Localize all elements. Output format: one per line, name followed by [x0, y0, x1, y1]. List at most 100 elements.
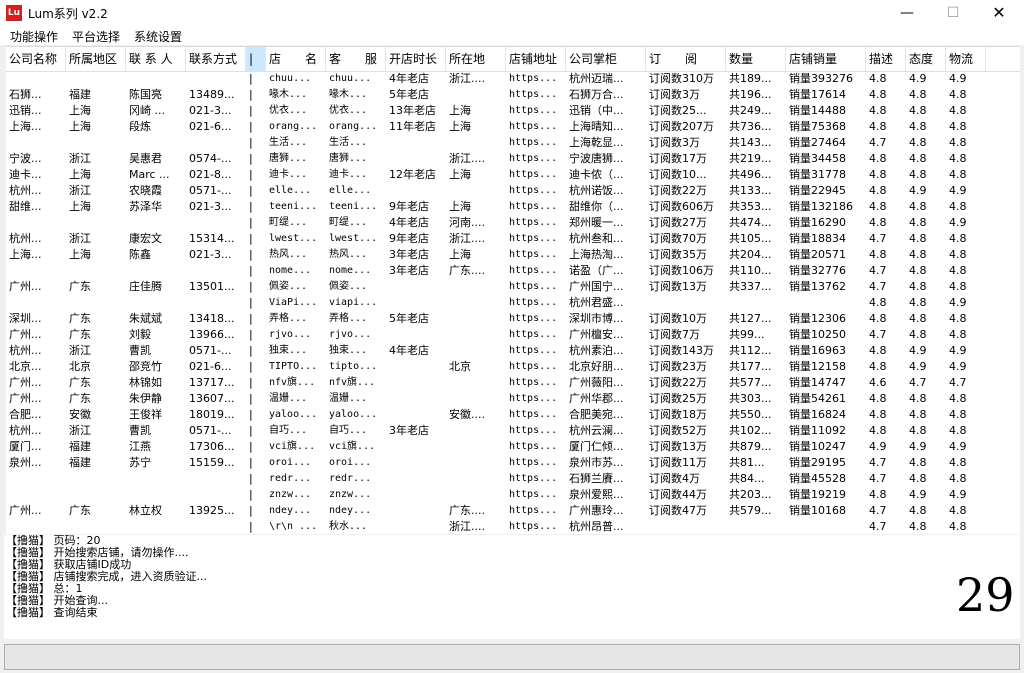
table-cell: 4.8: [949, 280, 967, 293]
table-cell: [446, 311, 506, 327]
table-cell: 朱伊静: [129, 392, 162, 405]
table-row[interactable]: 杭州... 浙江 农晓霞 0571-... | elle... elle... https..…: [6, 183, 1020, 199]
table-cell: [6, 295, 66, 311]
table-row[interactable]: | chuu... chuu... 4年老店 浙江.... https... 杭州迈瑞...…: [6, 71, 1020, 87]
table-row[interactable]: 甜维... 上海 苏泽华 021-3... | teeni... teeni... 9年老店 上…: [6, 199, 1020, 215]
table-cell: 4.8: [909, 504, 927, 517]
table-cell: 冈崎 ...: [129, 104, 165, 117]
table-row[interactable]: 深圳... 广东 朱斌斌 13418... | 弄格... 弄格... 5年老店 https..…: [6, 311, 1020, 327]
table-cell: 4.8: [869, 408, 887, 421]
table-row[interactable]: 迪卡... 上海 Marc ... 021-8... | 迪卡... 迪卡... 12年老店上…: [6, 167, 1020, 183]
table-cell: rjvo...: [329, 329, 372, 340]
close-button[interactable]: ✕: [976, 0, 1022, 26]
menu-system-settings[interactable]: 系统设置: [134, 28, 182, 45]
column-header[interactable]: 态度: [906, 47, 946, 71]
table-row[interactable]: 广州... 广东 朱伊静 13607... | 温姗... 温姗... https... 广州华…: [6, 391, 1020, 407]
table-cell: nome...: [269, 265, 312, 276]
table-cell: 4.8: [949, 424, 967, 437]
table-cell: 4.8: [909, 232, 927, 245]
table-cell: 深圳市博...: [569, 312, 624, 325]
table-cell: 订阅数18万: [649, 408, 707, 421]
table-cell: https...: [509, 105, 558, 116]
column-header[interactable]: 店铺销量: [786, 47, 866, 71]
table-row[interactable]: | \r\n ... 秋水... 浙江.... https... 杭州昂普... 4.7 4.…: [6, 519, 1020, 534]
table-row[interactable]: 迅销... 上海 冈崎 ... 021-3... | 优衣... 优衣... 13年老店 上海 h…: [6, 103, 1020, 119]
table-cell: 广州檀安...: [569, 328, 624, 341]
table-row[interactable]: 广州... 广东 林立权 13925... | ndey... ndey... 广东.... h…: [6, 503, 1020, 519]
column-header[interactable]: 订 阅: [646, 47, 726, 71]
column-header[interactable]: |: [246, 47, 266, 71]
minimize-button[interactable]: —: [884, 0, 930, 26]
table-cell: 4.8: [869, 424, 887, 437]
table-cell: 浙江: [69, 424, 91, 437]
table-cell: 4.8: [949, 88, 967, 101]
table-cell: 安徽: [69, 408, 91, 421]
table-cell: [386, 439, 446, 455]
table-row[interactable]: 广州... 广东 刘毅 13966... | rjvo... rjvo... https...…: [6, 327, 1020, 343]
table-row[interactable]: 合肥... 安徽 王俊祥 18019... | yaloo... yaloo... 安徽...…: [6, 407, 1020, 423]
table-cell: 4.8: [949, 472, 967, 485]
table-row[interactable]: 北京... 北京 邵竞竹 021-6... | TIPTO... tipto... 北京 htt…: [6, 359, 1020, 375]
column-header[interactable]: 描述: [866, 47, 906, 71]
table-cell: 曹凯: [129, 424, 151, 437]
column-header[interactable]: 物流: [946, 47, 986, 71]
table-cell: oroi...: [329, 457, 372, 468]
table-row[interactable]: 石狮... 福建 陈国亮 13489... | 喙木... 喙木... 5年老店 https..…: [6, 87, 1020, 103]
table-cell: 4.8: [949, 232, 967, 245]
column-header[interactable]: 店 名: [266, 47, 326, 71]
table-cell: 13717...: [189, 376, 235, 389]
table-cell: 17306...: [189, 440, 235, 453]
column-header[interactable]: 店铺地址: [506, 47, 566, 71]
table-row[interactable]: 杭州... 浙江 曹凯 0571-... | 自巧... 自巧... 3年老店 https...…: [6, 423, 1020, 439]
table-cell: 4.9: [949, 360, 967, 373]
table-cell: 13489...: [189, 88, 235, 101]
log-panel[interactable]: 【撸猫】 页码：20 【撸猫】 开始搜索店铺，请勿操作.... 【撸猫】 获取店铺I…: [4, 535, 1020, 639]
table-cell: [446, 439, 506, 455]
table-row[interactable]: | ViaPi... viapi... https... 杭州君盛... 4.8 4.8 4.…: [6, 295, 1020, 311]
table-row[interactable]: | nome... nome... 3年老店 广东.... https... 诺盈（广...…: [6, 263, 1020, 279]
table-cell: [186, 487, 246, 503]
column-header[interactable]: 公司掌柜: [566, 47, 646, 71]
table-row[interactable]: | znzw... znzw... https... 泉州爱熙... 订阅数44万 共203…: [6, 487, 1020, 503]
column-header[interactable]: 所属地区: [66, 47, 126, 71]
table-cell: 订阅数27万: [649, 216, 707, 229]
table-cell: 15159...: [189, 456, 235, 469]
table-cell: 4.8: [949, 504, 967, 517]
table-row[interactable]: 广州... 广东 庄佳腾 13501... | 佩姿... 佩姿... https... 广州国…: [6, 279, 1020, 295]
column-header[interactable]: 公司名称: [6, 47, 66, 71]
table-cell: [186, 519, 246, 534]
table-row[interactable]: 广州... 广东 林锦如 13717... | nfv旗... nfv旗... https..…: [6, 375, 1020, 391]
table-cell: 4.8: [949, 520, 967, 533]
menu-platform-select[interactable]: 平台选择: [72, 28, 120, 45]
table-cell: 4.9: [949, 72, 967, 85]
column-header[interactable]: 数量: [726, 47, 786, 71]
table-row[interactable]: 泉州... 福建 苏宁 15159... | oroi... oroi... https...…: [6, 455, 1020, 471]
table-cell: [66, 263, 126, 279]
table-row[interactable]: 上海... 上海 陈鑫 021-3... | 热风... 热风... 3年老店 上海 https.…: [6, 247, 1020, 263]
table-cell: 4.8: [869, 152, 887, 165]
table-cell: 4.7: [909, 376, 927, 389]
table-row[interactable]: | 生活... 生活... https... 上海乾显... 订阅数3万 共143... 销量…: [6, 135, 1020, 151]
column-header[interactable]: 联系方式: [186, 47, 246, 71]
menu-function-ops[interactable]: 功能操作: [10, 28, 58, 45]
table-row[interactable]: 上海... 上海 段炼 021-6... | orang... orang... 11年老店上…: [6, 119, 1020, 135]
shop-data-grid[interactable]: 公司名称 所属地区联 系 人联系方式 | 店 名客 服开店时长 所在地 店铺地址 公司掌柜订…: [6, 46, 1020, 534]
table-row[interactable]: 杭州... 浙江 康宏文 15314... | lwest... lwest... 9年老店 浙…: [6, 231, 1020, 247]
column-header[interactable]: 开店时长: [386, 47, 446, 71]
table-row[interactable]: 宁波... 浙江 吴惠君 0574-... | 唐狮... 唐狮... 浙江.... https…: [6, 151, 1020, 167]
column-header[interactable]: 联 系 人: [126, 47, 186, 71]
table-row[interactable]: | 町缇... 町缇... 4年老店 河南.... https... 郑州暖一... 订阅数2…: [6, 215, 1020, 231]
table-cell: teeni...: [329, 201, 378, 212]
table-row[interactable]: 杭州... 浙江 曹凯 0571-... | 独束... 独束... 4年老店 https...…: [6, 343, 1020, 359]
maximize-button[interactable]: ☐: [930, 0, 976, 26]
table-cell: [386, 359, 446, 375]
table-cell: 杭州叁和...: [569, 232, 624, 245]
column-header[interactable]: 所在地: [446, 47, 506, 71]
table-row[interactable]: 厦门... 福建 江燕 17306... | vci旗... vci旗... https...…: [6, 439, 1020, 455]
table-cell: orang...: [329, 121, 378, 132]
table-cell: 4.8: [869, 184, 887, 197]
column-header[interactable]: 客 服: [326, 47, 386, 71]
table-cell: 曹凯: [129, 344, 151, 357]
table-row[interactable]: | redr... redr... https... 石狮兰賡... 订阅数4万 共84..…: [6, 471, 1020, 487]
table-cell: |: [249, 520, 253, 533]
